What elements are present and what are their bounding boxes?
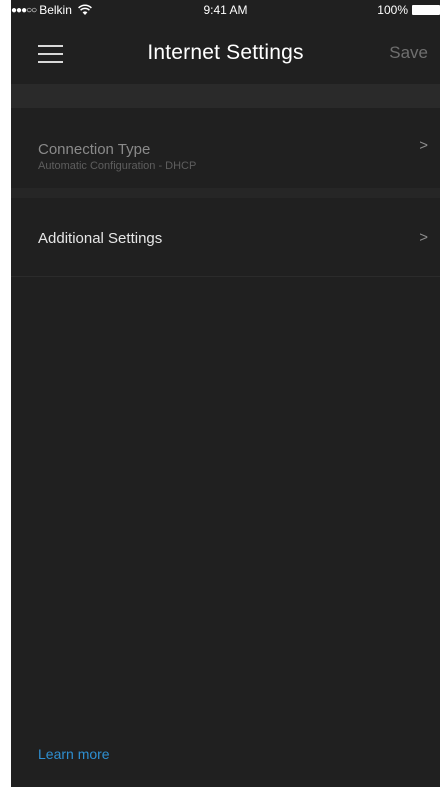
status-right: 100% (377, 3, 440, 17)
save-button[interactable]: Save (389, 43, 428, 63)
page-title: Internet Settings (147, 41, 304, 64)
row-divider (11, 276, 440, 277)
status-bar: ●●●○○ Belkin 9:41 AM 100% (11, 0, 440, 22)
chevron-right-icon: > (419, 229, 428, 246)
section-header-band (11, 84, 440, 108)
list-item-additional-settings[interactable]: Additional Settings > (11, 198, 440, 276)
navigation-bar: Internet Settings Save (11, 22, 440, 84)
app-screen: ●●●○○ Belkin 9:41 AM 100% Internet Setti… (11, 0, 440, 787)
learn-more-link[interactable]: Learn more (38, 746, 110, 762)
list-item-connection-type[interactable]: Connection Type Automatic Configuration … (11, 108, 440, 188)
section-separator (11, 188, 440, 198)
connection-type-label: Connection Type (38, 141, 151, 158)
connection-type-value: Automatic Configuration - DHCP (38, 160, 197, 172)
chevron-right-icon: > (419, 137, 428, 154)
battery-icon (412, 5, 440, 15)
additional-settings-label: Additional Settings (38, 230, 163, 247)
battery-percent: 100% (377, 3, 408, 17)
status-time: 9:41 AM (203, 3, 248, 17)
